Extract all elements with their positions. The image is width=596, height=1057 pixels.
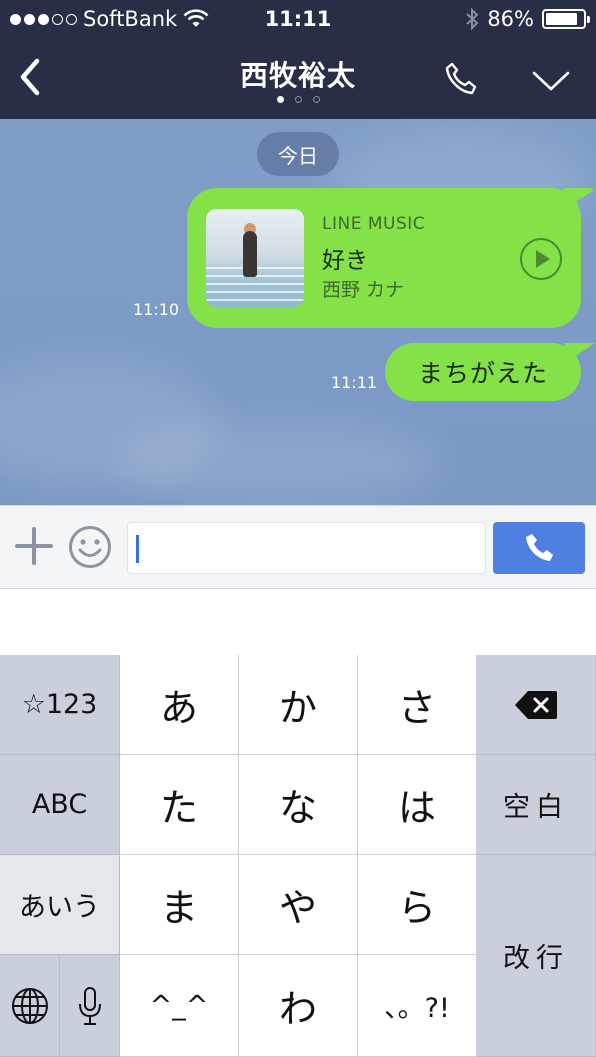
text-message-bubble[interactable]: まちがえた xyxy=(385,343,581,401)
status-right: 86% xyxy=(465,7,590,31)
plus-icon xyxy=(15,527,53,565)
chat-title[interactable]: 西牧裕太 xyxy=(0,54,596,94)
background-cloud xyxy=(120,419,440,505)
menu-dropdown-button[interactable] xyxy=(526,56,576,106)
page-indicator xyxy=(0,96,596,103)
text-caret xyxy=(136,535,139,563)
key-ya[interactable]: や xyxy=(239,855,358,955)
call-button[interactable] xyxy=(436,54,486,104)
key-a[interactable]: あ xyxy=(120,655,239,755)
phone-icon xyxy=(445,62,477,95)
music-message-bubble[interactable]: LINE MUSIC 好き 西野 カナ xyxy=(187,188,581,328)
message-time: 11:11 xyxy=(331,373,378,392)
key-return[interactable]: 改行 xyxy=(477,855,596,1057)
battery-icon xyxy=(542,9,590,29)
key-sa[interactable]: さ xyxy=(358,655,477,755)
date-separator: 今日 xyxy=(257,132,339,176)
song-artist: 西野 カナ xyxy=(322,279,405,301)
play-icon xyxy=(536,250,550,268)
japanese-keyboard: ☆123 あ か さ ABC た な は 空白 あいう ま や ら 改行 ^_^… xyxy=(0,655,596,1057)
message-input[interactable] xyxy=(127,522,486,574)
message-time: 11:10 xyxy=(133,300,180,319)
smiley-icon xyxy=(69,526,111,568)
key-ha[interactable]: は xyxy=(358,755,477,855)
key-wa[interactable]: わ xyxy=(239,955,358,1057)
play-button[interactable] xyxy=(520,238,562,280)
battery-fill xyxy=(546,13,577,25)
phone-send-icon xyxy=(526,534,553,561)
key-punctuation[interactable]: 、。?! xyxy=(358,955,477,1057)
key-ra[interactable]: ら xyxy=(358,855,477,955)
nav-bar: 西牧裕太 xyxy=(0,44,596,114)
key-ma[interactable]: ま xyxy=(120,855,239,955)
dropdown-chevron-icon xyxy=(532,71,570,91)
key-na[interactable]: な xyxy=(239,755,358,855)
page-indicator-dot xyxy=(276,96,284,103)
battery-percent: 86% xyxy=(487,7,534,31)
bluetooth-icon xyxy=(466,8,479,30)
page-indicator-dot xyxy=(312,96,320,103)
key-emoticon[interactable]: ^_^ xyxy=(120,955,239,1057)
key-globe[interactable] xyxy=(0,955,60,1057)
key-kana-mode[interactable]: あいう xyxy=(0,855,120,955)
sticker-button[interactable] xyxy=(68,525,112,569)
keyboard-suggestion-bar xyxy=(0,589,596,655)
chat-area[interactable]: 今日 LINE MUSIC 好き 西野 カナ 11:10 まちがえた 11:11 xyxy=(0,119,596,505)
status-bar: SoftBank 11:11 86% xyxy=(0,0,596,38)
globe-icon xyxy=(11,987,48,1024)
delete-icon xyxy=(515,690,557,719)
album-art[interactable] xyxy=(206,209,304,307)
album-figure xyxy=(243,231,257,277)
key-space[interactable]: 空白 xyxy=(477,755,596,855)
song-title: 好き xyxy=(322,248,368,274)
key-ka[interactable]: か xyxy=(239,655,358,755)
message-input-bar xyxy=(0,505,596,589)
voice-call-send-button[interactable] xyxy=(493,522,585,574)
key-abc[interactable]: ABC xyxy=(0,755,120,855)
key-ta[interactable]: た xyxy=(120,755,239,855)
chat-header: SoftBank 11:11 86% 西牧裕太 xyxy=(0,0,596,119)
microphone-icon xyxy=(78,986,101,1025)
attach-button[interactable] xyxy=(14,526,54,566)
music-source-label: LINE MUSIC xyxy=(322,214,426,234)
key-dictation[interactable] xyxy=(60,955,120,1057)
key-numbers-symbols[interactable]: ☆123 xyxy=(0,655,120,755)
page-indicator-dot xyxy=(294,96,302,103)
key-delete[interactable] xyxy=(477,655,596,755)
